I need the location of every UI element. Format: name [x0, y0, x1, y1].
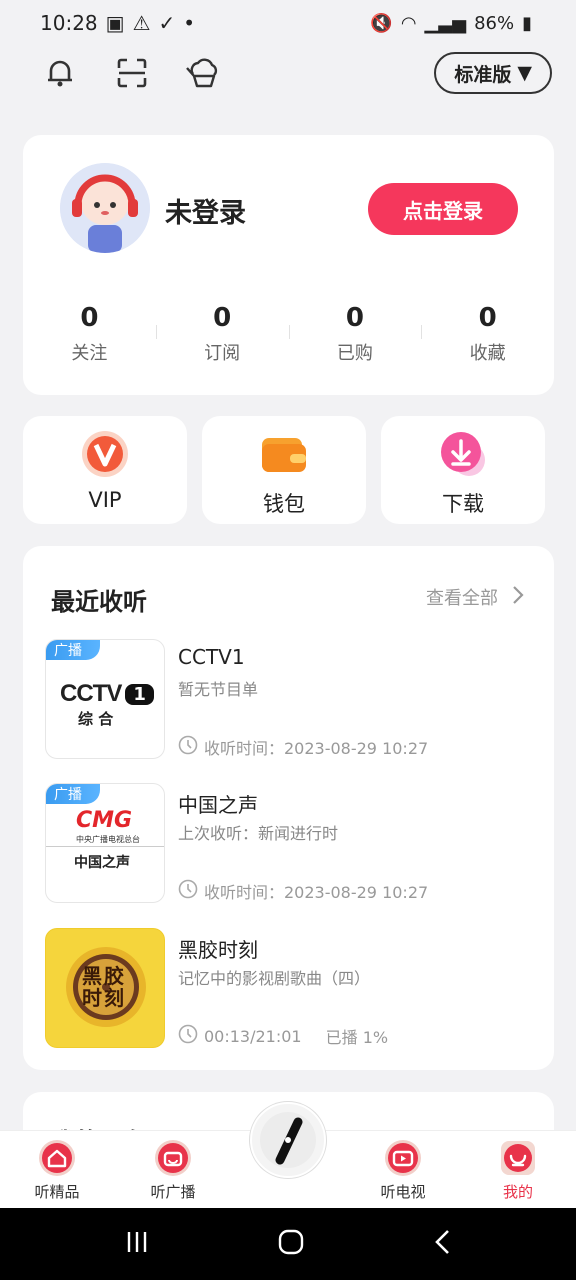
tab-premium[interactable]: 听精品 — [17, 1139, 97, 1202]
played-percent: 已播 1% — [325, 1028, 389, 1047]
scan-icon[interactable] — [112, 53, 152, 93]
list-item[interactable]: 广播 CCTV 1 综 合 CCTV1 暂无节目单 收听时间：2023-08-2… — [45, 639, 535, 759]
broadcast-badge: 广播 — [46, 784, 100, 804]
stats-row: 0 关注 0 订阅 0 已购 0 收藏 — [23, 303, 554, 365]
tab-tv[interactable]: 听电视 — [363, 1139, 443, 1202]
download-icon — [439, 430, 487, 478]
recent-listening-card: 最近收听 查看全部 广播 CCTV 1 综 合 CCTV1 暂无节目单 收听时间… — [23, 546, 554, 1070]
clock-icon — [178, 735, 198, 759]
item-title: CCTV1 — [178, 645, 245, 669]
see-all-label: 查看全部 — [426, 588, 498, 609]
recent-apps-icon[interactable] — [124, 1229, 150, 1259]
clock-icon — [178, 879, 198, 903]
chevron-right-icon — [512, 585, 524, 610]
warning-icon: ⚠ — [132, 11, 151, 35]
cooking-icon[interactable] — [184, 53, 224, 93]
logo-sub: 中国之声 — [74, 855, 130, 871]
edition-label: 标准版 — [454, 63, 512, 86]
stat-value: 0 — [478, 303, 497, 333]
back-icon[interactable] — [432, 1228, 452, 1260]
avatar[interactable] — [60, 163, 150, 253]
cctv1-logo: 广播 CCTV 1 综 合 — [45, 639, 165, 759]
check-icon: ✓ — [158, 11, 176, 35]
list-item[interactable]: 黑胶时刻 黑胶时刻 记忆中的影视剧歌曲（四） 00:13/21:01 已播 1% — [45, 928, 535, 1048]
tab-label: 听广播 — [150, 1183, 196, 1201]
download-button[interactable]: 下载 — [381, 416, 545, 524]
cover-text: 黑胶时刻 — [82, 964, 126, 1010]
item-subtitle: 记忆中的影视剧歌曲（四） — [178, 969, 371, 988]
tab-label: 听电视 — [380, 1183, 426, 1201]
progress-time: 00:13/21:01 — [204, 1026, 302, 1046]
login-button[interactable]: 点击登录 — [368, 183, 518, 235]
logo-sub: 综 合 — [78, 710, 114, 728]
status-time: 10:28 — [40, 11, 98, 35]
system-nav-bar — [0, 1208, 576, 1280]
listen-time: 收听时间：2023-08-29 10:27 — [204, 883, 429, 902]
logo-text: CCTV — [60, 680, 122, 707]
stat-label: 已购 — [336, 343, 373, 364]
logo-small: 中央广播电视总台 — [76, 835, 140, 844]
profile-icon — [499, 1139, 537, 1177]
stat-label: 订阅 — [204, 343, 241, 364]
home-nav-icon[interactable] — [277, 1228, 305, 1260]
item-time-row: 收听时间：2023-08-29 10:27 — [178, 879, 428, 903]
profile-card: 未登录 点击登录 0 关注 0 订阅 0 已购 0 收藏 — [23, 135, 554, 395]
triangle-down-icon: ▼ — [517, 62, 532, 84]
home-icon — [38, 1139, 76, 1177]
tv-icon — [384, 1139, 422, 1177]
battery-text: 86% — [474, 12, 515, 34]
logo-text: CMG — [76, 808, 133, 833]
item-subtitle: 暂无节目单 — [178, 680, 259, 699]
center-play-disc[interactable] — [250, 1102, 326, 1178]
mute-icon: 🔇 — [370, 12, 393, 34]
wifi-icon: ◠ — [400, 12, 417, 34]
wallet-label: 钱包 — [263, 492, 305, 516]
tab-label: 听精品 — [34, 1183, 80, 1201]
stat-value: 0 — [345, 303, 364, 333]
download-label: 下载 — [442, 492, 484, 516]
cmg-logo: 广播 CMG 中央广播电视总台 中国之声 — [45, 783, 165, 903]
vip-button[interactable]: VIP — [23, 416, 187, 524]
stat-purchased[interactable]: 0 已购 — [288, 303, 422, 365]
section-title: 最近收听 — [51, 588, 147, 616]
stat-follow[interactable]: 0 关注 — [23, 303, 156, 365]
listen-time: 收听时间：2023-08-29 10:27 — [204, 739, 429, 758]
stat-favorites[interactable]: 0 收藏 — [421, 303, 554, 365]
edition-selector[interactable]: 标准版 ▼ — [434, 52, 552, 94]
user-name: 未登录 — [165, 198, 246, 229]
gallery-icon: ▣ — [105, 11, 125, 35]
stat-label: 收藏 — [469, 343, 506, 364]
status-bar: 10:28 ▣ ⚠ ✓ • 🔇 ◠ ▁▃▅ 86% ▮ — [0, 0, 576, 46]
item-title: 黑胶时刻 — [178, 938, 258, 962]
stat-value: 0 — [80, 303, 99, 333]
battery-icon: ▮ — [522, 12, 532, 34]
stat-label: 关注 — [71, 343, 108, 364]
item-time-row: 收听时间：2023-08-29 10:27 — [178, 735, 428, 759]
vip-icon — [81, 430, 129, 478]
wallet-icon — [260, 430, 308, 478]
stat-subscribe[interactable]: 0 订阅 — [155, 303, 289, 365]
stat-value: 0 — [213, 303, 232, 333]
vinyl-cover: 黑胶时刻 — [45, 928, 165, 1048]
signal-icon: ▁▃▅ — [424, 12, 467, 34]
tab-label: 我的 — [502, 1183, 533, 1201]
tab-radio[interactable]: 听广播 — [133, 1139, 213, 1202]
top-bar: 标准版 ▼ — [0, 50, 576, 96]
item-title: 中国之声 — [178, 793, 258, 817]
radio-icon — [154, 1139, 192, 1177]
vip-label: VIP — [88, 488, 122, 512]
list-item[interactable]: 广播 CMG 中央广播电视总台 中国之声 中国之声 上次收听：新闻进行时 收听时… — [45, 783, 535, 903]
tab-mine[interactable]: 我的 — [478, 1139, 558, 1202]
logo-num: 1 — [125, 683, 154, 705]
disc-logo-icon — [260, 1112, 316, 1168]
broadcast-badge: 广播 — [46, 640, 100, 660]
bell-icon[interactable] — [40, 53, 80, 93]
item-time-row: 00:13/21:01 已播 1% — [178, 1024, 388, 1048]
clock-icon — [178, 1024, 198, 1048]
item-subtitle: 上次收听：新闻进行时 — [178, 824, 339, 843]
see-all-link[interactable]: 查看全部 — [426, 584, 524, 610]
dot-icon: • — [183, 11, 196, 35]
wallet-button[interactable]: 钱包 — [202, 416, 366, 524]
